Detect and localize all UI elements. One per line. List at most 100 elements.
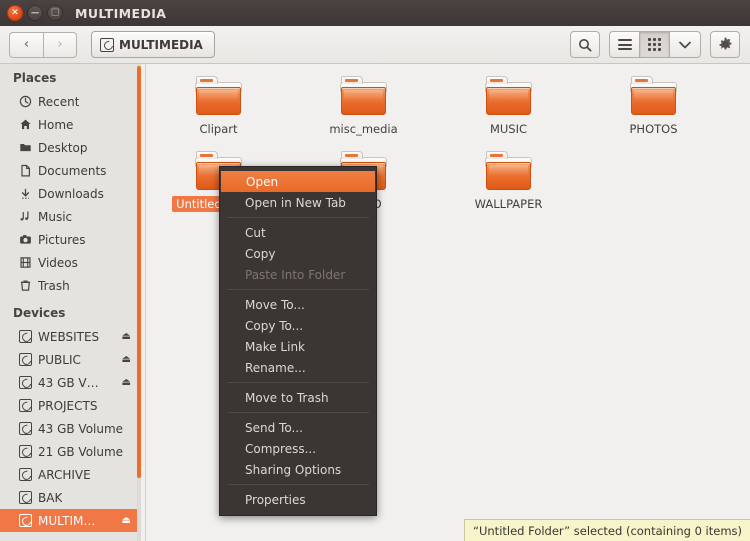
back-button[interactable]: ‹ [9, 31, 43, 58]
menu-item-move-to-trash[interactable]: Move to Trash [220, 387, 376, 408]
sidebar-item-websites[interactable]: WEBSITES ⏏ [0, 325, 137, 348]
eject-icon[interactable]: ⏏ [122, 354, 131, 365]
file-item-label: WALLPAPER [474, 197, 543, 211]
status-bar-text: “Untitled Folder” selected (containing 0… [473, 523, 742, 538]
menu-item-sharing-options[interactable]: Sharing Options [220, 459, 376, 480]
sidebar-item-43gb-volume[interactable]: 43 GB Volume [0, 417, 137, 440]
menu-item-properties[interactable]: Properties [220, 489, 376, 510]
menu-item-move-to[interactable]: Move To... [220, 294, 376, 315]
file-item-label: MUSIC [489, 122, 528, 136]
desktop-folder-icon [19, 141, 34, 154]
file-item-wallpaper[interactable]: WALLPAPER [436, 149, 581, 224]
context-menu[interactable]: Open Open in New Tab Cut Copy Paste Into… [219, 166, 377, 516]
maximize-button[interactable]: □ [47, 5, 63, 21]
sidebar-item-label: WEBSITES [38, 329, 100, 344]
sidebar-scrollbar[interactable] [137, 64, 141, 541]
menu-item-open-in-new-tab[interactable]: Open in New Tab [220, 192, 376, 213]
menu-item-cut[interactable]: Cut [220, 222, 376, 243]
menu-separator [227, 484, 369, 485]
menu-item-label: Compress... [245, 441, 317, 456]
sidebar-item-label: Trash [38, 278, 70, 293]
gear-icon [719, 37, 731, 50]
sidebar-item-multimedia[interactable]: MULTIM… ⏏ [0, 509, 137, 532]
list-view-button[interactable] [609, 31, 639, 58]
menu-item-label: Rename... [245, 360, 306, 375]
file-manager-window: × − □ MULTIMEDIA ‹ › MULTIMEDIA Places R… [0, 0, 750, 541]
menu-item-send-to[interactable]: Send To... [220, 417, 376, 438]
forward-button[interactable]: › [43, 31, 77, 58]
sidebar-item-projects[interactable]: PROJECTS [0, 394, 137, 417]
sidebar-item-public[interactable]: PUBLIC ⏏ [0, 348, 137, 371]
sidebar-item-bak[interactable]: BAK [0, 486, 137, 509]
sidebar-item-label: BAK [38, 490, 63, 505]
sidebar-item-label: ARCHIVE [38, 467, 91, 482]
sidebar-item-home[interactable]: Home [0, 113, 137, 136]
menu-item-make-link[interactable]: Make Link [220, 336, 376, 357]
menu-item-label: Open [246, 174, 279, 189]
eject-icon[interactable]: ⏏ [122, 331, 131, 342]
sidebar-item-recent[interactable]: Recent [0, 90, 137, 113]
sidebar-item-downloads[interactable]: Downloads [0, 182, 137, 205]
sidebar-scrollbar-thumb[interactable] [137, 66, 141, 478]
icon-view-button[interactable] [639, 31, 669, 58]
menu-item-copy[interactable]: Copy [220, 243, 376, 264]
menu-separator [227, 412, 369, 413]
drive-icon [19, 445, 34, 458]
menu-item-label: Make Link [245, 339, 305, 354]
search-icon [579, 38, 592, 52]
menu-item-compress[interactable]: Compress... [220, 438, 376, 459]
sidebar-item-label: Downloads [38, 186, 104, 201]
window-title: MULTIMEDIA [75, 5, 167, 21]
search-button[interactable] [570, 31, 600, 58]
music-note-icon [19, 210, 34, 223]
drive-icon [19, 422, 34, 435]
drive-icon [19, 491, 34, 504]
sidebar-item-label: Documents [38, 163, 107, 178]
drive-icon [19, 514, 34, 527]
file-item-music[interactable]: MUSIC [436, 74, 581, 149]
sidebar-item-43gb-v[interactable]: 43 GB V… ⏏ [0, 371, 137, 394]
menu-item-open[interactable]: Open [221, 171, 375, 192]
menu-item-label: Move To... [245, 297, 305, 312]
sidebar-item-desktop[interactable]: Desktop [0, 136, 137, 159]
minimize-icon: − [29, 5, 41, 20]
clock-icon [19, 95, 34, 108]
sidebar-item-21gb-volume[interactable]: 21 GB Volume [0, 440, 137, 463]
close-button[interactable]: × [7, 5, 23, 21]
sidebar-item-label: MULTIM… [38, 513, 96, 528]
menu-separator [227, 289, 369, 290]
sidebar-item-pictures[interactable]: Pictures [0, 228, 137, 251]
menu-item-label: Copy To... [245, 318, 304, 333]
menu-item-copy-to[interactable]: Copy To... [220, 315, 376, 336]
sidebar-item-videos[interactable]: Videos [0, 251, 137, 274]
toolbar-right-buttons [570, 31, 740, 58]
menu-item-label: Paste Into Folder [245, 267, 346, 282]
drive-icon [100, 37, 114, 52]
file-item-misc-media[interactable]: misc_media [291, 74, 436, 149]
sidebar-item-label: PUBLIC [38, 352, 81, 367]
sidebar-item-documents[interactable]: Documents [0, 159, 137, 182]
menu-item-label: Send To... [245, 420, 303, 435]
file-item-clipart[interactable]: Clipart [146, 74, 291, 149]
sidebar-item-music[interactable]: Music [0, 205, 137, 228]
drive-icon [19, 468, 34, 481]
sidebar: Places Recent Home Desktop Documents Dow… [0, 64, 137, 541]
view-options-dropdown[interactable] [669, 31, 701, 58]
chevron-down-icon [679, 41, 691, 48]
menu-item-rename[interactable]: Rename... [220, 357, 376, 378]
grid-icon [648, 38, 661, 51]
file-item-photos[interactable]: PHOTOS [581, 74, 726, 149]
eject-icon[interactable]: ⏏ [122, 377, 131, 388]
drive-icon [19, 330, 34, 343]
minimize-button[interactable]: − [27, 5, 43, 21]
view-mode-group [609, 31, 701, 58]
sidebar-item-trash[interactable]: Trash [0, 274, 137, 297]
status-bar: “Untitled Folder” selected (containing 0… [464, 519, 750, 541]
breadcrumb-item-multimedia[interactable]: MULTIMEDIA [91, 31, 215, 58]
sidebar-item-label: Pictures [38, 232, 86, 247]
sidebar-item-archive[interactable]: ARCHIVE [0, 463, 137, 486]
settings-button[interactable] [710, 31, 740, 58]
sidebar-item-label: Music [38, 209, 73, 224]
menu-item-label: Open in New Tab [245, 195, 346, 210]
eject-icon[interactable]: ⏏ [122, 515, 131, 526]
